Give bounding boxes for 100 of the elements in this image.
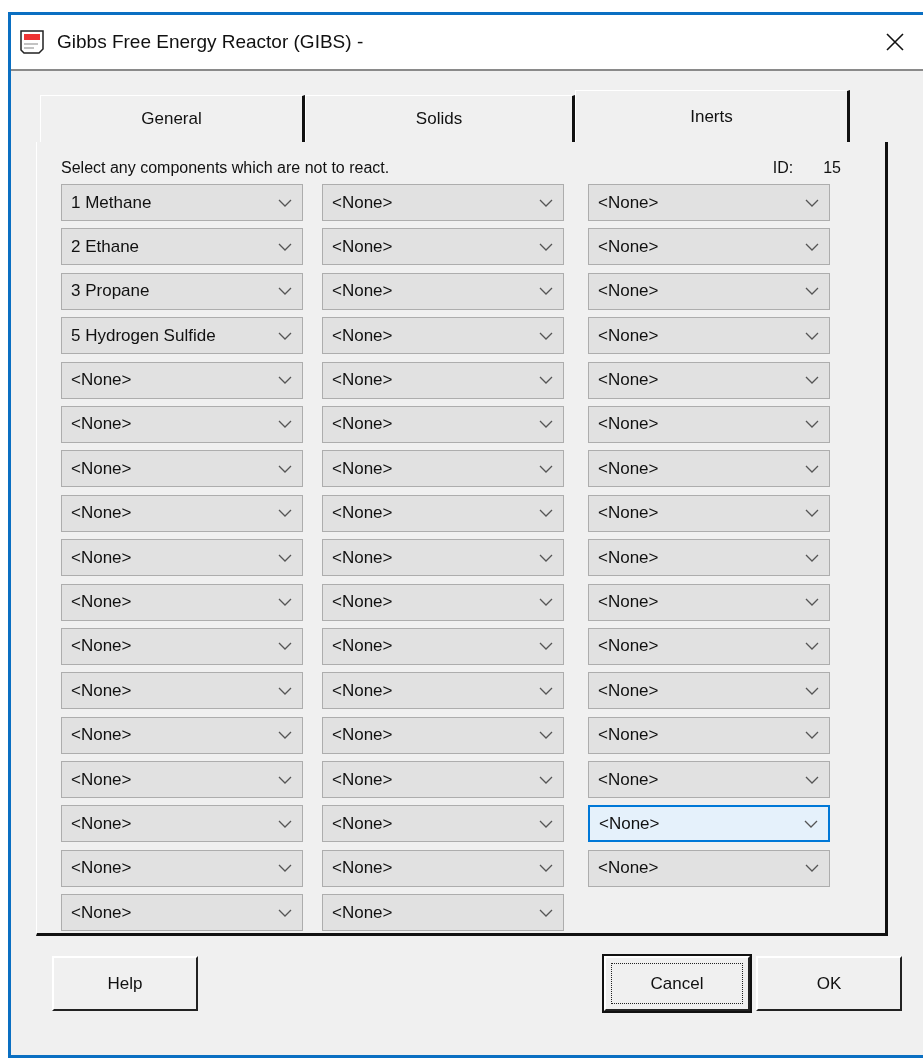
component-dropdown[interactable]: <None> [588, 272, 830, 310]
component-dropdown[interactable]: <None> [588, 716, 830, 754]
chevron-down-icon [805, 376, 819, 385]
component-dropdown[interactable]: <None> [588, 361, 830, 399]
chevron-down-icon [278, 775, 292, 784]
chevron-down-icon [539, 553, 553, 562]
component-dropdown[interactable]: <None> [588, 849, 830, 887]
document-icon [19, 29, 47, 55]
component-dropdown[interactable]: <None> [61, 539, 303, 577]
tab[interactable]: Inerts [575, 90, 850, 142]
component-dropdown[interactable]: <None> [588, 761, 830, 799]
chevron-down-icon [804, 819, 818, 828]
chevron-down-icon [805, 420, 819, 429]
component-dropdown[interactable]: <None> [61, 805, 303, 843]
component-dropdown[interactable]: <None> [588, 450, 830, 488]
component-dropdown[interactable]: <None> [61, 761, 303, 799]
chevron-down-icon [539, 509, 553, 518]
component-dropdown[interactable]: 1 Methane [61, 184, 303, 221]
dialog-button[interactable]: Cancel [604, 956, 750, 1011]
chevron-down-icon [805, 598, 819, 606]
component-dropdown[interactable]: <None> [61, 361, 303, 399]
component-dropdown[interactable]: <None> [588, 405, 830, 443]
chevron-down-icon [278, 731, 292, 740]
chevron-down-icon [539, 287, 553, 296]
component-dropdown[interactable]: <None> [322, 761, 564, 799]
chevron-down-icon [278, 331, 292, 340]
chevron-down-icon [805, 464, 819, 473]
component-dropdown[interactable]: <None> [61, 405, 303, 443]
chevron-down-icon [805, 553, 819, 562]
chevron-down-icon [278, 287, 292, 296]
component-dropdown[interactable]: <None> [588, 317, 830, 355]
chevron-down-icon [278, 642, 292, 651]
chevron-down-icon [805, 198, 819, 207]
component-dropdown[interactable]: <None> [322, 627, 564, 665]
tab[interactable]: Solids [305, 95, 575, 142]
instruction-text: Select any components which are not to react. [61, 159, 391, 177]
component-dropdown[interactable]: <None> [322, 716, 564, 754]
component-dropdown[interactable]: <None> [588, 184, 830, 221]
chevron-down-icon [539, 420, 553, 429]
chevron-down-icon [539, 242, 553, 251]
chevron-down-icon [805, 287, 819, 296]
component-dropdown[interactable]: <None> [322, 849, 564, 887]
component-dropdown[interactable]: 2 Ethane [61, 228, 303, 266]
chevron-down-icon [539, 642, 553, 651]
chevron-down-icon [278, 198, 292, 207]
component-dropdown[interactable]: <None> [61, 716, 303, 754]
chevron-down-icon [805, 331, 819, 340]
component-dropdown[interactable]: <None> [322, 405, 564, 443]
component-dropdown[interactable]: <None> [61, 894, 303, 932]
component-dropdown[interactable]: <None> [322, 539, 564, 577]
chevron-down-icon [805, 775, 819, 784]
component-dropdown[interactable]: <None> [322, 272, 564, 310]
chevron-down-icon [278, 908, 292, 917]
component-dropdown[interactable]: 5 Hydrogen Sulfide [61, 317, 303, 355]
component-dropdown[interactable]: <None> [588, 627, 830, 665]
chevron-down-icon [278, 420, 292, 429]
component-dropdown[interactable]: <None> [322, 583, 564, 621]
chevron-down-icon [539, 464, 553, 473]
component-dropdown[interactable]: <None> [322, 317, 564, 355]
component-dropdown[interactable]: <None> [588, 583, 830, 621]
chevron-down-icon [539, 775, 553, 784]
tab[interactable]: General [40, 95, 305, 142]
chevron-down-icon [278, 598, 292, 606]
component-dropdown[interactable]: <None> [322, 228, 564, 266]
chevron-down-icon [539, 198, 553, 207]
chevron-down-icon [278, 819, 292, 828]
dialog-button[interactable]: OK [756, 956, 902, 1011]
close-icon [885, 32, 905, 52]
component-dropdown[interactable]: <None> [588, 494, 830, 532]
chevron-down-icon [805, 731, 819, 740]
window-title: Gibbs Free Energy Reactor (GIBS) - [57, 31, 365, 53]
component-dropdown[interactable]: <None> [588, 672, 830, 710]
component-dropdown[interactable]: <None> [61, 583, 303, 621]
component-dropdown[interactable]: <None> [61, 672, 303, 710]
component-dropdown[interactable]: <None> [588, 539, 830, 577]
component-dropdown[interactable]: 3 Propane [61, 272, 303, 310]
dialog-button[interactable]: Help [52, 956, 198, 1011]
component-dropdown[interactable]: <None> [61, 450, 303, 488]
chevron-down-icon [805, 864, 819, 873]
component-dropdown[interactable]: <None> [588, 805, 830, 843]
chevron-down-icon [539, 376, 553, 385]
id-value: 15 [823, 159, 841, 177]
component-dropdown[interactable]: <None> [322, 184, 564, 221]
component-dropdown[interactable]: <None> [322, 361, 564, 399]
chevron-down-icon [539, 731, 553, 740]
component-dropdown[interactable]: <None> [322, 494, 564, 532]
component-dropdown[interactable]: <None> [61, 627, 303, 665]
component-dropdown[interactable]: <None> [322, 894, 564, 932]
chevron-down-icon [805, 642, 819, 651]
component-dropdown[interactable]: <None> [61, 494, 303, 532]
component-dropdown[interactable]: <None> [588, 228, 830, 266]
component-dropdown[interactable]: <None> [322, 805, 564, 843]
chevron-down-icon [539, 598, 553, 606]
component-dropdown[interactable]: <None> [322, 450, 564, 488]
chevron-down-icon [539, 331, 553, 340]
chevron-down-icon [278, 553, 292, 562]
chevron-down-icon [805, 686, 819, 695]
component-dropdown[interactable]: <None> [61, 849, 303, 887]
chevron-down-icon [278, 376, 292, 385]
component-dropdown[interactable]: <None> [322, 672, 564, 710]
